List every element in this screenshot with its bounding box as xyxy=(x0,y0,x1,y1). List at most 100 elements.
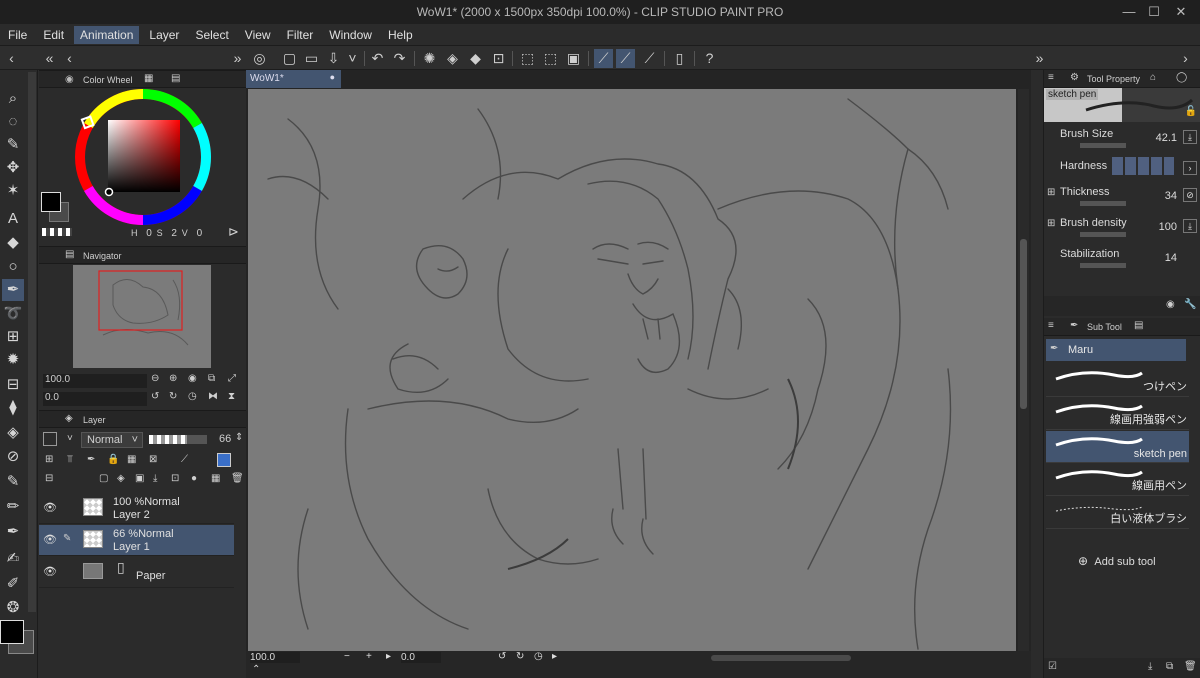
status-rotate-left-icon[interactable]: ↺ xyxy=(498,651,506,662)
thickness-slider[interactable] xyxy=(1080,201,1126,206)
status-fit-icon[interactable]: ▸ xyxy=(386,651,391,662)
hardness-next-icon[interactable]: › xyxy=(1183,161,1197,175)
toolbox-scrollbar[interactable] xyxy=(28,72,36,612)
layer-menu-icon[interactable]: ⊟ xyxy=(45,473,53,484)
status-zoom-out-icon[interactable]: − xyxy=(344,651,350,662)
wrench-icon[interactable]: 🔧 xyxy=(1184,299,1196,310)
panel-back-icon[interactable]: ‹ xyxy=(60,49,79,68)
transparent-swatch[interactable] xyxy=(42,228,72,236)
hardness-selector[interactable] xyxy=(1112,157,1174,175)
merge-down-icon[interactable]: ⊡ xyxy=(171,473,179,484)
airbrush-tool-icon[interactable]: ✐ xyxy=(2,573,24,595)
reset-rotation-icon[interactable]: ◷ xyxy=(188,391,197,402)
apply-mask-icon[interactable]: ▦ xyxy=(211,473,220,484)
sub-tool-item[interactable]: sketch pen xyxy=(1046,431,1189,463)
new-vector-layer-icon[interactable]: ◈ xyxy=(117,473,125,484)
tool-property-tab[interactable]: Tool Property xyxy=(1087,71,1140,87)
eye-icon[interactable]: 👁 xyxy=(43,565,57,578)
tool-settings-icon[interactable]: ◉ xyxy=(1166,299,1175,310)
open-file-icon[interactable]: ▭ xyxy=(302,49,321,68)
layer-row[interactable]: 👁 ▯ Paper xyxy=(39,557,234,588)
panel-expand-icon[interactable]: » xyxy=(228,49,247,68)
auto-select-tool-icon[interactable]: ✶ xyxy=(2,180,24,202)
deselect-icon[interactable]: ⬚ xyxy=(518,49,537,68)
panel-menu-icon[interactable]: « xyxy=(40,49,59,68)
right-panel-expand-icon[interactable]: » xyxy=(1030,49,1049,68)
new-folder-icon[interactable]: ▣ xyxy=(135,473,144,484)
pen-tool-icon[interactable]: ✒ xyxy=(2,279,24,301)
loading-icon[interactable]: ✺ xyxy=(420,49,439,68)
pencil-tool-icon[interactable]: ✏ xyxy=(2,496,24,518)
record-icon[interactable]: ◉ xyxy=(65,74,74,85)
right-panel-collapse-icon[interactable]: › xyxy=(1176,49,1195,68)
menu-help[interactable]: Help xyxy=(382,26,419,44)
gradient-tool-icon[interactable]: ⊘ xyxy=(2,446,24,468)
navigator-preview[interactable] xyxy=(73,265,211,368)
panel-menu-icon[interactable]: ≡ xyxy=(1048,72,1054,83)
save-dropdown-icon[interactable]: ˅ xyxy=(343,49,362,68)
stabilization-slider[interactable] xyxy=(1080,263,1126,268)
clip-studio-icon[interactable]: ◎ xyxy=(250,49,269,68)
frame-tool-icon[interactable]: ⊞ xyxy=(2,326,24,348)
layer-row[interactable]: 👁 100 %Normal Layer 2 xyxy=(39,493,234,524)
close-icon[interactable]: ✕ xyxy=(1172,3,1190,21)
menu-view[interactable]: View xyxy=(239,26,277,44)
brush-size-value[interactable]: 42.1 xyxy=(1156,132,1177,144)
status-angle-field[interactable]: 0.0 xyxy=(401,652,441,663)
draft-icon[interactable]: ✒ xyxy=(87,454,95,465)
figure-tool-icon[interactable]: ○ xyxy=(2,256,24,278)
lock-icon[interactable]: 🔒 xyxy=(107,454,119,465)
redo-icon[interactable]: ↷ xyxy=(390,49,409,68)
burst-tool-icon[interactable]: ✹ xyxy=(2,349,24,371)
rotate-tool-icon[interactable]: ◌ xyxy=(2,111,24,133)
transform-icon[interactable]: ⊡ xyxy=(489,49,508,68)
sub-tool-item[interactable]: つけペン xyxy=(1046,365,1189,397)
blend-mode-select[interactable]: Normal ˅ xyxy=(81,432,143,448)
layer-tab-icon[interactable]: ◈ xyxy=(65,413,73,424)
vertical-scrollbar[interactable] xyxy=(1018,89,1029,651)
lasso-tool-icon[interactable]: ➰ xyxy=(2,303,24,325)
layer-color-dropdown-icon[interactable]: ˅ xyxy=(67,433,73,444)
zoom-tool-icon[interactable]: ⌕ xyxy=(2,88,24,110)
menu-edit[interactable]: Edit xyxy=(37,26,70,44)
zoom-out-icon[interactable]: ⊖ xyxy=(151,373,159,384)
menu-file[interactable]: File xyxy=(2,26,33,44)
thickness-expand-icon[interactable]: ⊞ xyxy=(1047,187,1055,198)
ruler-icon[interactable]: ⟋ xyxy=(181,454,188,465)
new-raster-layer-icon[interactable]: ▢ xyxy=(99,473,108,484)
eraser-tool-icon[interactable]: ◆ xyxy=(2,232,24,254)
fit-window-icon[interactable]: ⤢ xyxy=(228,373,236,384)
navigator-tab[interactable]: Navigator xyxy=(83,248,122,264)
rotate-left-icon[interactable]: ↺ xyxy=(151,391,159,402)
thickness-value[interactable]: 34 xyxy=(1165,190,1177,202)
document-tab[interactable]: WoW1* ● xyxy=(246,70,341,88)
blend-tool-icon[interactable]: ❂ xyxy=(2,597,24,619)
opacity-stepper-icon[interactable]: ⇕ xyxy=(235,432,243,443)
show-selection-icon[interactable]: ▣ xyxy=(564,49,583,68)
brush-shape-tab-icon[interactable]: ⌂ xyxy=(1150,72,1156,83)
sub-tool-tab[interactable]: Sub Tool xyxy=(1087,319,1122,335)
flip-vertical-icon[interactable]: ⧗ xyxy=(228,391,235,402)
brush-density-value[interactable]: 100 xyxy=(1159,221,1177,233)
sub-tool-item[interactable]: 線画用強弱ペン xyxy=(1046,398,1189,430)
ink-pen-tool-icon[interactable]: ✎ xyxy=(2,471,24,493)
add-sub-tool-button[interactable]: ⊕ Add sub tool xyxy=(1078,554,1156,568)
new-file-icon[interactable]: ▢ xyxy=(280,49,299,68)
mask-icon[interactable]: ⊠ xyxy=(149,454,157,465)
color-wheel-tab[interactable]: Color Wheel xyxy=(83,72,133,88)
menu-window[interactable]: Window xyxy=(323,26,378,44)
fill-tool-icon[interactable]: ◈ xyxy=(2,422,24,444)
save-icon[interactable]: ⇩ xyxy=(324,49,343,68)
expand-timeline-icon[interactable]: ⌃ xyxy=(252,664,260,675)
panel-collapse-icon[interactable]: ‹ xyxy=(2,49,21,68)
brush-tool-icon[interactable]: ✍ xyxy=(2,548,24,570)
layer-tab[interactable]: Layer xyxy=(83,412,106,428)
status-reset-icon[interactable]: ◷ xyxy=(534,651,543,662)
smartphone-icon[interactable]: ▯ xyxy=(670,49,689,68)
brush-size-slider[interactable] xyxy=(1080,143,1126,148)
status-zoom-field[interactable]: 100.0 xyxy=(250,652,300,663)
status-rotate-right-icon[interactable]: ↻ xyxy=(516,651,524,662)
rotate-value-field[interactable]: 0.0 xyxy=(43,392,147,406)
eyedropper-tool-icon[interactable]: ✎ xyxy=(2,134,24,156)
text-tool-icon[interactable]: A xyxy=(2,208,24,230)
